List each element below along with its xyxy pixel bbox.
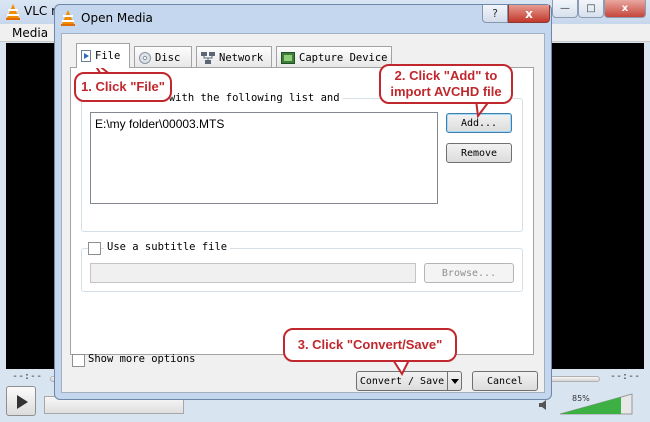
play-button[interactable] bbox=[6, 386, 36, 416]
network-icon bbox=[201, 51, 215, 64]
convert-save-dropdown[interactable] bbox=[448, 371, 462, 391]
help-button[interactable]: ? bbox=[482, 5, 508, 23]
callout-step-2-line1: 2. Click "Add" to bbox=[394, 68, 498, 83]
callout-step-2-text: 2. Click "Add" to import AVCHD file bbox=[390, 68, 501, 100]
chevron-down-icon bbox=[450, 378, 459, 384]
callout-step-3-text: 3. Click "Convert/Save" bbox=[297, 337, 443, 352]
show-more-options-label: Show more options bbox=[88, 353, 196, 365]
total-time: --:-- bbox=[610, 371, 641, 382]
tab-network[interactable]: Network bbox=[196, 46, 272, 68]
dialog-close-button[interactable]: x bbox=[508, 5, 550, 23]
file-list[interactable]: E:\my folder\00003.MTS bbox=[90, 112, 438, 204]
speaker-icon[interactable] bbox=[538, 398, 552, 412]
tab-network-label: Network bbox=[219, 51, 264, 64]
disc-icon bbox=[139, 51, 151, 64]
file-selection-group: local files with the following list and … bbox=[81, 92, 523, 232]
list-item[interactable]: E:\my folder\00003.MTS bbox=[95, 117, 224, 131]
file-tab-panel: local files with the following list and … bbox=[70, 67, 534, 355]
vlc-close-button[interactable]: x bbox=[604, 0, 646, 18]
subtitle-group: Use a subtitle file Browse... bbox=[81, 241, 523, 292]
vlc-maximize-button[interactable]: □ bbox=[578, 0, 604, 18]
callout-step-3: 3. Click "Convert/Save" bbox=[283, 328, 457, 362]
subtitle-checkbox-label: Use a subtitle file bbox=[104, 241, 231, 253]
tab-disc-label: Disc bbox=[155, 51, 181, 64]
tab-disc[interactable]: Disc bbox=[134, 46, 192, 68]
vlc-cone-icon bbox=[6, 4, 20, 20]
menu-media[interactable]: Media bbox=[12, 26, 48, 40]
callout-step-2: 2. Click "Add" to import AVCHD file bbox=[379, 64, 513, 104]
callout-step-1: 1. Click "File" bbox=[74, 72, 172, 102]
tab-file[interactable]: File bbox=[76, 43, 130, 68]
browse-button: Browse... bbox=[424, 263, 514, 283]
callout-step-1-text: 1. Click "File" bbox=[81, 79, 165, 94]
tab-file-label: File bbox=[95, 50, 121, 62]
subtitle-checkbox[interactable] bbox=[88, 242, 101, 255]
show-more-options-checkbox[interactable] bbox=[72, 354, 85, 367]
volume-level: 85% bbox=[572, 394, 590, 403]
elapsed-time: --:-- bbox=[12, 371, 43, 382]
play-icon bbox=[17, 395, 28, 409]
cancel-button[interactable]: Cancel bbox=[472, 371, 538, 391]
capture-device-icon bbox=[281, 51, 295, 64]
remove-button[interactable]: Remove bbox=[446, 143, 512, 163]
vlc-minimize-button[interactable]: — bbox=[552, 0, 578, 18]
vlc-cone-icon bbox=[61, 10, 75, 26]
callout-step-2-line2: import AVCHD file bbox=[390, 84, 502, 99]
dialog-title-bar: Open Media ? x bbox=[55, 5, 551, 31]
tab-capture-label: Capture Device bbox=[299, 51, 388, 64]
subtitle-path-input bbox=[90, 263, 416, 283]
dialog-title: Open Media bbox=[81, 11, 153, 25]
file-icon bbox=[81, 50, 91, 62]
tab-capture-device[interactable]: Capture Device bbox=[276, 46, 392, 68]
